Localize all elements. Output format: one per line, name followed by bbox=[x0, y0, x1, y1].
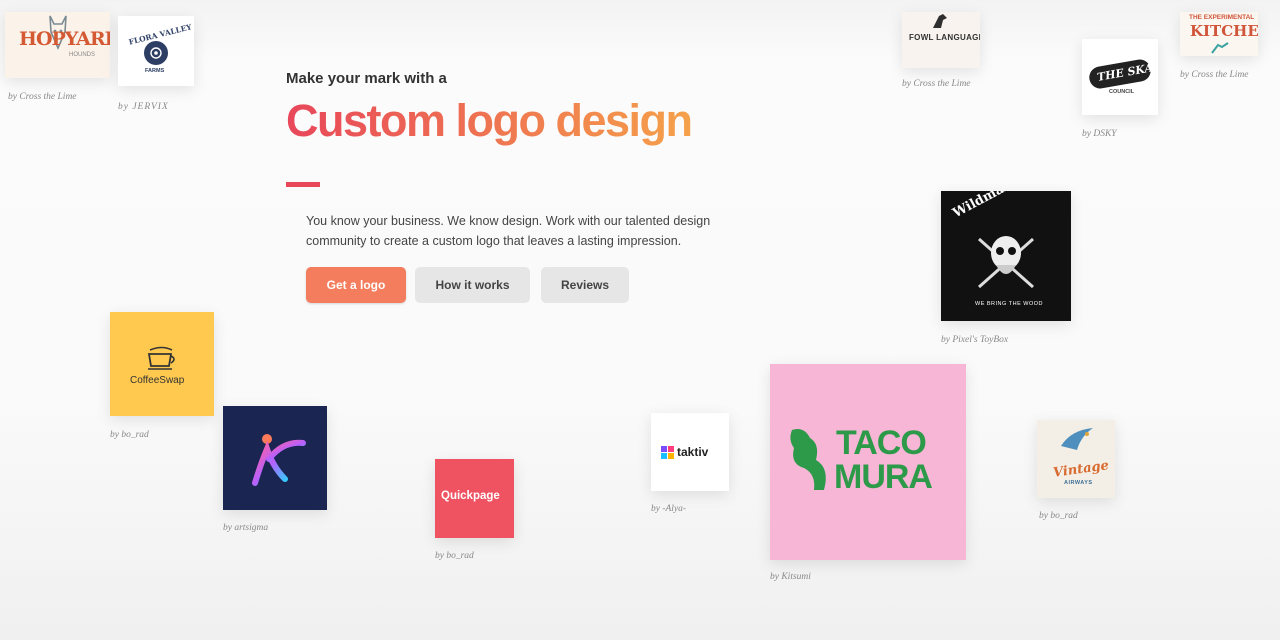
logo-credit[interactable]: by -Alya- bbox=[651, 504, 686, 514]
skateboard-badge: THE SKATE bbox=[1087, 57, 1158, 91]
logo-credit[interactable]: by JERVIX bbox=[118, 102, 169, 112]
logo-credit[interactable]: by Cross the Lime bbox=[8, 92, 77, 102]
bird-plane-icon bbox=[1061, 428, 1093, 450]
logo-name: Vintage bbox=[1052, 458, 1110, 481]
logo-tile-vintage-airways[interactable]: Vintage AIRWAYS bbox=[1037, 420, 1115, 498]
logo-name-line2: KITCHEN bbox=[1190, 22, 1258, 40]
green-creature-icon bbox=[790, 429, 826, 490]
logo-tile-quickpage[interactable]: Quickpage bbox=[435, 459, 514, 538]
logo-tile-taktiv[interactable]: taktiv bbox=[651, 413, 729, 491]
logo-subtext: HOUNDS bbox=[69, 52, 96, 58]
logo-name-line1: THE EXPERIMENTAL bbox=[1189, 14, 1255, 21]
logo-tile-coffeeswap[interactable]: CoffeeSwap bbox=[110, 312, 214, 416]
logo-name-line2: MURA bbox=[834, 458, 933, 496]
logo-tile-fowl-language[interactable]: FOWL LANGUAGE bbox=[902, 12, 980, 68]
logo-name-line1: TACO bbox=[836, 424, 927, 462]
logo-tile-the-skate[interactable]: THE SKATE COUNCIL bbox=[1082, 39, 1158, 115]
reviews-button[interactable]: Reviews bbox=[541, 267, 629, 303]
hero-description: You know your business. We know design. … bbox=[306, 214, 711, 248]
logo-credit[interactable]: by artsigma bbox=[223, 523, 268, 533]
headline-accent-bar bbox=[286, 182, 320, 187]
flower-emblem-icon bbox=[144, 41, 168, 65]
logo-name: THE SKATE bbox=[1096, 58, 1158, 84]
logo-tile-experimental-kitchen[interactable]: THE EXPERIMENTAL KITCHEN bbox=[1180, 12, 1258, 56]
logo-name: taktiv bbox=[677, 445, 709, 459]
logo-credit[interactable]: by Cross the Lime bbox=[1180, 70, 1249, 80]
logo-credit[interactable]: by Cross the Lime bbox=[902, 79, 971, 89]
logo-credit[interactable]: by Kitsumi bbox=[770, 572, 811, 582]
logo-subtext: AIRWAYS bbox=[1064, 480, 1093, 486]
logo-name: Wildman Firewood bbox=[950, 191, 1071, 221]
logo-credit[interactable]: by DSKY bbox=[1082, 129, 1117, 139]
logo-credit[interactable]: by bo_rad bbox=[1039, 511, 1078, 521]
skull-axes-icon bbox=[978, 236, 1034, 289]
coffee-cup-icon bbox=[147, 346, 175, 370]
logo-subtext: WE BRING THE WOOD bbox=[975, 301, 1043, 307]
logo-name: Quickpage bbox=[441, 490, 500, 502]
logo-name: FOWL LANGUAGE bbox=[909, 33, 980, 42]
logo-subtext: COUNCIL bbox=[1109, 89, 1135, 95]
logo-name: CoffeeSwap bbox=[130, 375, 185, 386]
hand-illustration-icon bbox=[1211, 42, 1229, 54]
hero-eyebrow: Make your mark with a bbox=[286, 70, 447, 87]
how-it-works-button[interactable]: How it works bbox=[415, 267, 530, 303]
logo-credit[interactable]: by bo_rad bbox=[110, 430, 149, 440]
logo-tile-taco-mura[interactable]: TACO MURA bbox=[770, 364, 966, 560]
gradient-k-mark-icon bbox=[252, 434, 306, 486]
logo-credit[interactable]: by bo_rad bbox=[435, 551, 474, 561]
logo-tile-gradient-k[interactable] bbox=[223, 406, 327, 510]
bird-icon bbox=[933, 14, 947, 28]
logo-credit[interactable]: by Pixel's ToyBox bbox=[941, 335, 1008, 345]
logo-tile-flora-valley[interactable]: FLORA VALLEY FARMS bbox=[118, 16, 194, 86]
colorful-squares-icon bbox=[661, 446, 674, 459]
logo-subtext: FARMS bbox=[145, 68, 165, 74]
hero-headline: Custom logo design bbox=[286, 95, 693, 146]
get-logo-button[interactable]: Get a logo bbox=[306, 267, 406, 303]
logo-tile-hopyard[interactable]: HOPYARD HOUNDS bbox=[5, 12, 110, 78]
logo-name: HOPYARD bbox=[19, 28, 110, 50]
logo-tile-wildman-firewood[interactable]: Wildman Firewood WE BRING THE WOOD bbox=[941, 191, 1071, 321]
